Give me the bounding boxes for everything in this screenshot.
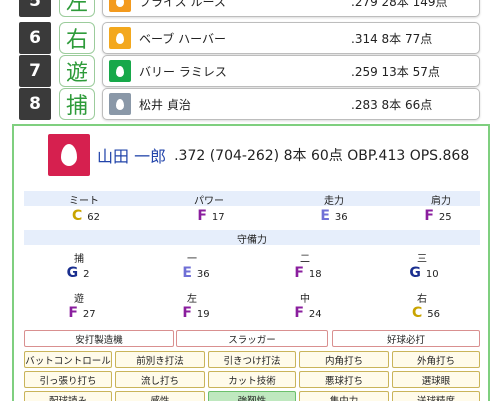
ability-grade: E 36 xyxy=(320,208,347,224)
player-card[interactable]: バリー ラミレス .259 13本 57点 xyxy=(102,55,480,87)
grade-value: 36 xyxy=(334,212,348,223)
player-name: 松井 貞治 xyxy=(139,97,191,112)
grade-letter: E xyxy=(182,265,192,281)
skill[interactable]: バットコントロール xyxy=(24,351,112,368)
position-badge: 右 xyxy=(59,22,95,54)
position-badge: 捕 xyxy=(59,88,95,120)
grade-value: 24 xyxy=(308,309,322,320)
fielding-grade: G 2 xyxy=(67,265,90,281)
skill[interactable]: 引きつけ打法 xyxy=(208,351,296,368)
grade-letter: F xyxy=(197,208,207,224)
grade-letter: F xyxy=(68,305,78,321)
grade-letter: F xyxy=(294,305,304,321)
grade-letter: C xyxy=(71,208,83,224)
player-card[interactable]: ブライス ルース .279 28本 149点 xyxy=(102,0,480,17)
skill[interactable]: 引っ張り打ち xyxy=(24,371,112,388)
player-header: 山田 一郎 .372 (704-262) 8本 60点 OBP.413 OPS.… xyxy=(48,134,469,176)
defense-header-band: 守備力 xyxy=(24,230,480,246)
grade-value: 56 xyxy=(427,309,441,320)
fielding-position-label: 捕 xyxy=(74,254,84,265)
skill[interactable]: 内角打ち xyxy=(299,351,389,368)
ability-grade: C 62 xyxy=(72,208,100,224)
fielding-position-label: 一 xyxy=(187,254,197,265)
grade-value: 27 xyxy=(82,309,96,320)
special-skill[interactable]: 好球必打 xyxy=(332,330,480,347)
player-stat: .314 8本 77点 xyxy=(351,31,433,46)
player-name: ブライス ルース xyxy=(139,0,226,9)
grade-value: 17 xyxy=(211,212,225,223)
grade-value: 25 xyxy=(438,212,452,223)
grade-letter: E xyxy=(320,208,330,224)
fielding-position-label: 二 xyxy=(300,254,310,265)
fielding-grade: F 18 xyxy=(294,265,321,281)
fielding-grade: F 27 xyxy=(68,305,95,321)
egg-icon xyxy=(109,27,131,49)
batting-order-number: 8 xyxy=(19,88,51,120)
fielding-grade: C 56 xyxy=(412,305,440,321)
grade-value: 18 xyxy=(308,269,322,280)
grade-value: 10 xyxy=(425,269,439,280)
skill-highlighted[interactable]: 強靱性 xyxy=(208,391,296,401)
egg-icon xyxy=(48,134,90,176)
special-skill[interactable]: 安打製造機 xyxy=(24,330,174,347)
ability-label: パワー xyxy=(194,196,224,207)
skill[interactable]: 配球読み xyxy=(24,391,112,401)
player-stat: .279 28本 149点 xyxy=(351,0,448,9)
skill[interactable]: 集中力 xyxy=(299,391,389,401)
player-detail-panel: 山田 一郎 .372 (704-262) 8本 60点 OBP.413 OPS.… xyxy=(12,124,490,401)
grade-value: 2 xyxy=(83,269,90,280)
position-badge: 遊 xyxy=(59,55,95,87)
position-badge: 左 xyxy=(59,0,95,17)
skill[interactable]: 前別き打法 xyxy=(115,351,205,368)
fielding-position-label: 左 xyxy=(187,294,197,305)
grade-letter: F xyxy=(182,305,192,321)
ability-grade: F 17 xyxy=(197,208,224,224)
grade-value: 19 xyxy=(196,309,210,320)
player-stat: .259 13本 57点 xyxy=(351,64,440,79)
grade-letter: G xyxy=(409,265,421,281)
ability-grade: F 25 xyxy=(424,208,451,224)
fielding-position-label: 三 xyxy=(417,254,427,265)
player-name: バリー ラミレス xyxy=(139,64,227,79)
fielding-grade: G 10 xyxy=(409,265,438,281)
skill[interactable]: 外角打ち xyxy=(392,351,480,368)
ability-label: 肩力 xyxy=(431,196,451,207)
fielding-grade: E 36 xyxy=(182,265,209,281)
grade-letter: F xyxy=(294,265,304,281)
egg-icon xyxy=(109,0,131,12)
skill[interactable]: 選球眼 xyxy=(392,371,480,388)
skill[interactable]: 流し打ち xyxy=(115,371,205,388)
grade-letter: G xyxy=(66,265,79,281)
skill[interactable]: 送球精度 xyxy=(392,391,480,401)
ability-label: ミート xyxy=(69,196,99,207)
batting-order-number: 5 xyxy=(19,0,51,17)
player-card[interactable]: ベーブ ハーバー .314 8本 77点 xyxy=(102,22,480,54)
fielding-grade: F 24 xyxy=(294,305,321,321)
defense-title: 守備力 xyxy=(237,235,267,246)
fielding-position-label: 中 xyxy=(300,294,310,305)
player-card[interactable]: 松井 貞治 .283 8本 66点 xyxy=(102,88,480,120)
skill[interactable]: 悪球打ち xyxy=(299,371,389,388)
grade-letter: F xyxy=(424,208,434,224)
ability-label: 走力 xyxy=(324,196,344,207)
egg-icon xyxy=(109,60,131,82)
player-name: 山田 一郎 xyxy=(97,147,167,166)
batting-order-number: 6 xyxy=(19,22,51,54)
skill[interactable]: カット技術 xyxy=(208,371,296,388)
egg-icon xyxy=(109,93,131,115)
grade-letter: C xyxy=(411,305,423,321)
player-stats: .372 (704-262) 8本 60点 OBP.413 OPS.868 xyxy=(174,148,470,164)
player-stat: .283 8本 66点 xyxy=(351,97,433,112)
fielding-position-label: 右 xyxy=(417,294,427,305)
player-name: ベーブ ハーバー xyxy=(139,31,226,46)
grade-value: 62 xyxy=(87,212,101,223)
fielding-grade: F 19 xyxy=(182,305,209,321)
skill[interactable]: 感性 xyxy=(115,391,205,401)
ability-header-band: ミート パワー 走力 肩力 xyxy=(24,191,480,207)
grade-value: 36 xyxy=(196,269,210,280)
fielding-position-label: 遊 xyxy=(74,294,84,305)
special-skill[interactable]: スラッガー xyxy=(176,330,328,347)
batting-order-number: 7 xyxy=(19,55,51,87)
